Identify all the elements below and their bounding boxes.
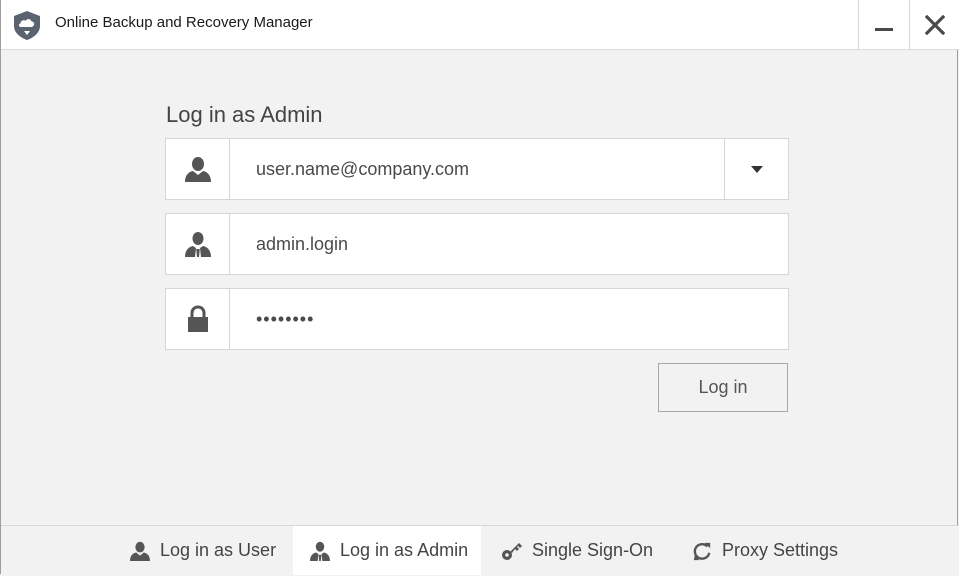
- email-dropdown-button[interactable]: [724, 139, 788, 199]
- login-mode-tabbar: Log in as User Log in as Admin Single Si…: [1, 525, 959, 576]
- password-input[interactable]: [256, 303, 716, 335]
- refresh-icon: [693, 542, 711, 560]
- title-bar: Online Backup and Recovery Manager: [1, 0, 959, 50]
- user-icon: [184, 157, 211, 182]
- email-field: [165, 138, 789, 200]
- tab-log-in-as-admin[interactable]: Log in as Admin: [293, 526, 481, 575]
- minimize-button[interactable]: [858, 0, 908, 49]
- lock-icon: [187, 305, 208, 332]
- admin-login-input[interactable]: [256, 228, 716, 260]
- email-input[interactable]: [256, 153, 716, 185]
- tab-label: Single Sign-On: [532, 540, 654, 560]
- admin-icon: [310, 541, 330, 561]
- tab-label: Log in as Admin: [340, 540, 469, 560]
- app-window: Online Backup and Recovery Manager Log i…: [0, 0, 959, 576]
- close-button[interactable]: [909, 0, 959, 49]
- email-icon-cell: [166, 139, 230, 199]
- page-title: Log in as Admin: [166, 102, 323, 127]
- tab-single-sign-on[interactable]: Single Sign-On: [501, 526, 653, 575]
- tab-proxy-settings[interactable]: Proxy Settings: [691, 526, 838, 575]
- close-icon: [924, 14, 945, 35]
- admin-icon: [184, 232, 211, 257]
- password-field: [165, 288, 789, 350]
- cloud-shield-logo-icon: [14, 11, 40, 40]
- login-button[interactable]: Log in: [658, 363, 788, 412]
- admin-icon-cell: [166, 214, 230, 274]
- tab-label: Proxy Settings: [722, 540, 839, 560]
- password-icon-cell: [166, 289, 230, 349]
- tab-label: Log in as User: [160, 540, 277, 560]
- window-title: Online Backup and Recovery Manager: [55, 14, 313, 31]
- admin-login-field: [165, 213, 789, 275]
- chevron-down-icon: [750, 166, 763, 173]
- key-icon: [502, 542, 522, 560]
- minimize-icon: [874, 27, 893, 31]
- tab-log-in-as-user[interactable]: Log in as User: [129, 526, 276, 575]
- user-icon: [130, 541, 150, 561]
